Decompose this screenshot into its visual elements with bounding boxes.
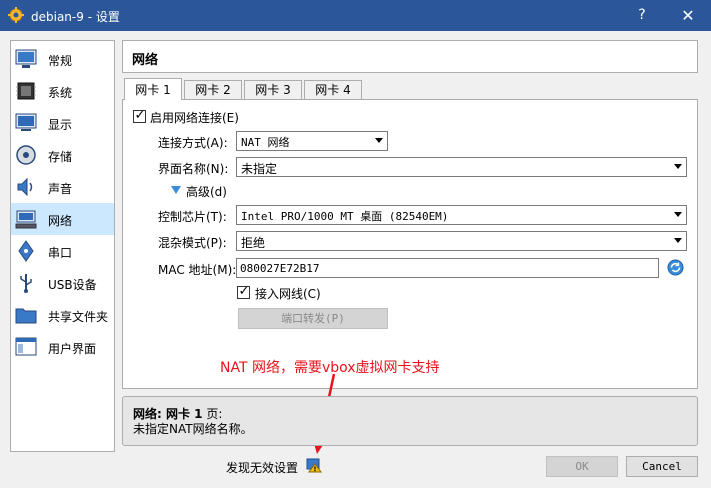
tab-adapter-2[interactable]: 网卡 2 [184, 80, 242, 100]
settings-sidebar: 常规 系统 显示 存储 声音 网络 串口 USB设备 共享文件夹 用户界面 [10, 40, 115, 452]
help-button[interactable]: ? [619, 0, 665, 31]
checkmark-icon: ✓ [134, 108, 146, 123]
adapter-type-select[interactable]: Intel PRO/1000 MT 桌面 (82540EM) [236, 205, 687, 225]
sidebar-item-label: 声音 [48, 182, 73, 196]
mac-address-field[interactable] [236, 258, 659, 278]
advanced-toggle[interactable]: 高级(d) [186, 183, 227, 200]
shared-folder-icon [15, 308, 37, 324]
sidebar-item-display[interactable]: 显示 [11, 107, 114, 139]
tab-adapter-3[interactable]: 网卡 3 [244, 80, 302, 100]
page-title: 网络 [132, 53, 159, 68]
general-icon [15, 49, 37, 68]
refresh-mac-icon[interactable] [667, 259, 684, 276]
sidebar-item-storage[interactable]: 存储 [11, 139, 114, 171]
cancel-button[interactable]: Cancel [626, 456, 698, 477]
attached-to-select[interactable]: NAT 网络 [236, 131, 388, 151]
adapter-name-label: 界面名称(N): [158, 162, 229, 176]
mac-address-label: MAC 地址(M): [158, 263, 237, 277]
sidebar-item-label: 系统 [48, 86, 73, 100]
storage-icon [16, 145, 36, 165]
adapter-name-select[interactable]: 未指定 [236, 157, 687, 177]
tab-adapter-1[interactable]: 网卡 1 [124, 78, 182, 100]
title-bar: debian-9 - 设置 ? ✕ [0, 0, 711, 31]
chevron-down-icon [674, 212, 682, 217]
expand-triangle-icon[interactable] [171, 186, 181, 194]
validation-info-panel: 网络: 网卡 1 页: 未指定NAT网络名称。 [122, 396, 698, 446]
enable-adapter-checkbox[interactable]: ✓ [133, 108, 146, 123]
port-forwarding-button[interactable]: 端口转发(P) [238, 308, 388, 329]
checkmark-icon: ✓ [238, 284, 250, 299]
serial-port-icon [18, 240, 34, 262]
close-button[interactable]: ✕ [665, 0, 711, 31]
cable-connected-label: 接入网线(C) [255, 287, 321, 301]
adapter-type-label: 控制芯片(T): [158, 210, 227, 224]
tab-adapter-4[interactable]: 网卡 4 [304, 80, 362, 100]
chevron-down-icon [674, 238, 682, 243]
sidebar-item-label: 常规 [48, 54, 73, 68]
chevron-down-icon [375, 138, 383, 143]
cable-connected-checkbox[interactable]: ✓ [237, 284, 250, 299]
sidebar-item-usb[interactable]: USB设备 [11, 267, 114, 299]
info-page-name: 网络: 网卡 1 [133, 407, 203, 421]
sidebar-item-audio[interactable]: 声音 [11, 171, 114, 203]
sidebar-item-serial-port[interactable]: 串口 [11, 235, 114, 267]
sidebar-item-label: 共享文件夹 [48, 310, 109, 324]
section-header: 网络 [122, 40, 698, 73]
attached-to-value: NAT 网络 [241, 136, 290, 149]
network-icon [15, 210, 37, 229]
sidebar-item-system[interactable]: 系统 [11, 75, 114, 107]
info-message: 未指定NAT网络名称。 [133, 422, 253, 436]
user-interface-icon [15, 337, 37, 356]
audio-icon [17, 177, 33, 197]
sidebar-item-general[interactable]: 常规 [11, 43, 114, 75]
sidebar-item-user-interface[interactable]: 用户界面 [11, 331, 114, 363]
enable-adapter-label: 启用网络连接(E) [150, 111, 239, 125]
system-icon [16, 82, 36, 100]
sidebar-item-label: 串口 [48, 246, 73, 260]
sidebar-item-shared-folders[interactable]: 共享文件夹 [11, 299, 114, 331]
chevron-down-icon [674, 164, 682, 169]
usb-icon [20, 274, 32, 293]
adapter-type-value: Intel PRO/1000 MT 桌面 (82540EM) [241, 210, 449, 223]
attached-to-label: 连接方式(A): [158, 136, 228, 150]
sidebar-item-label: 网络 [48, 214, 73, 228]
sidebar-item-label: 存储 [48, 150, 73, 164]
mac-address-input[interactable] [237, 259, 658, 277]
display-icon [15, 113, 37, 131]
window-title: debian-9 - 设置 [31, 10, 120, 24]
adapter-name-value: 未指定 [241, 162, 278, 176]
virtualbox-gear-icon [8, 7, 24, 23]
invalid-settings-text: 发现无效设置 [226, 461, 299, 475]
info-page-suffix: 页: [202, 407, 223, 421]
sidebar-item-label: 用户界面 [48, 342, 97, 356]
warning-icon[interactable] [306, 457, 322, 473]
sidebar-item-label: 显示 [48, 118, 73, 132]
promiscuous-mode-value: 拒绝 [241, 236, 266, 250]
ok-button[interactable]: OK [546, 456, 618, 477]
promiscuous-mode-label: 混杂模式(P): [158, 236, 227, 250]
sidebar-item-network[interactable]: 网络 [11, 203, 114, 235]
promiscuous-mode-select[interactable]: 拒绝 [236, 231, 687, 251]
sidebar-item-label: USB设备 [48, 278, 97, 292]
